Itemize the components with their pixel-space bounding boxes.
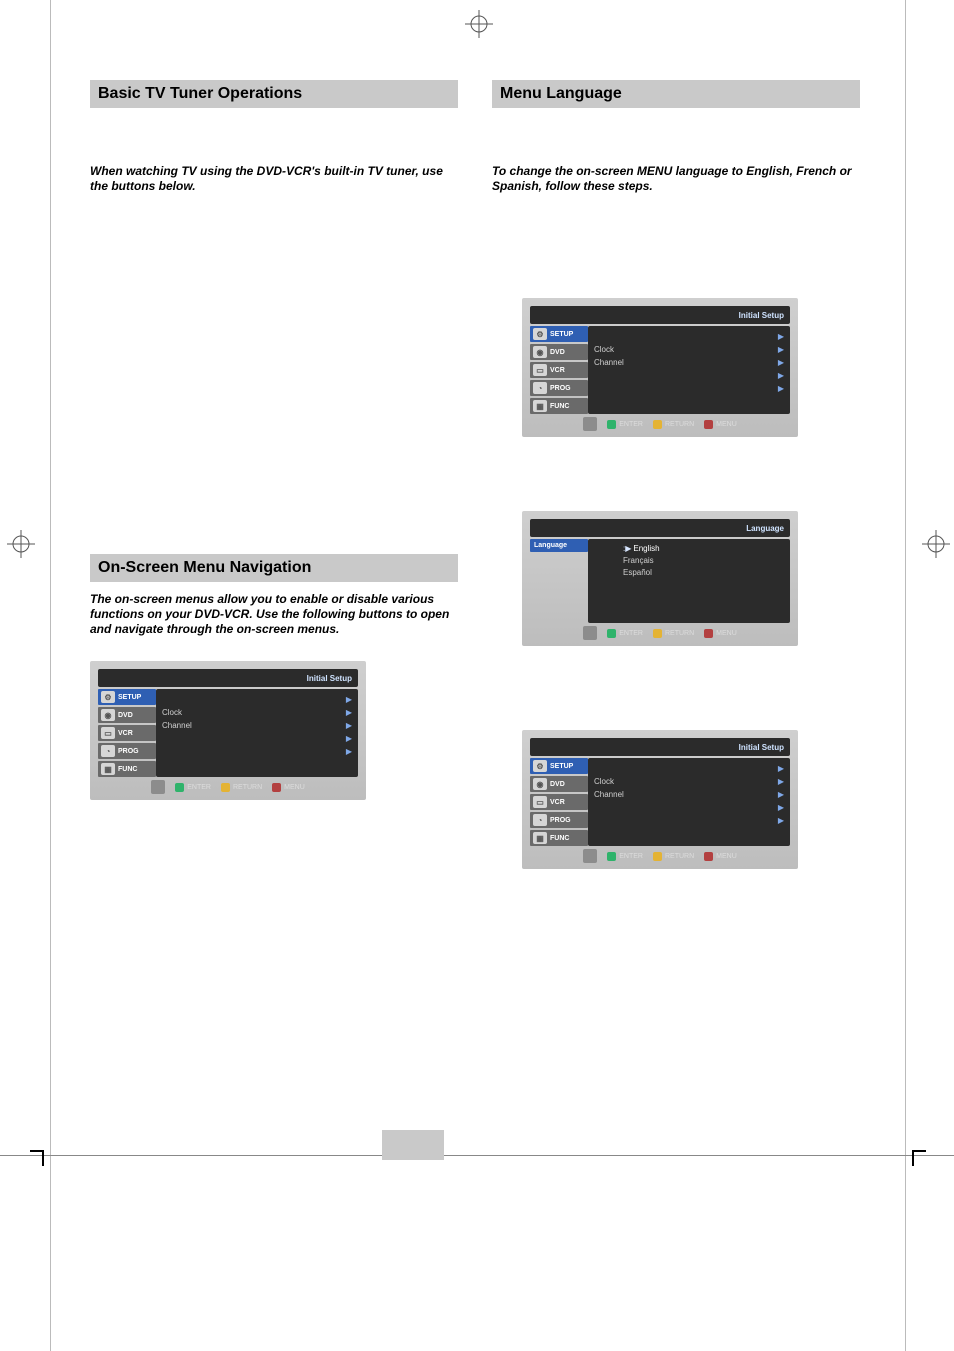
section-title-basic-tv: Basic TV Tuner Operations bbox=[90, 80, 458, 108]
chevron-right-icon: ▶ bbox=[778, 790, 784, 799]
disc-icon: ◉ bbox=[101, 709, 115, 721]
language-option-espanol[interactable]: Español bbox=[620, 567, 655, 578]
language-tab-label[interactable]: Language bbox=[530, 539, 588, 552]
osd-tab-vcr[interactable]: ▭VCR bbox=[530, 362, 588, 378]
osmn-intro: The on-screen menus allow you to enable … bbox=[90, 592, 458, 637]
osd-tab-func[interactable]: ▦FUNC bbox=[530, 830, 588, 846]
page-tab bbox=[382, 1130, 444, 1160]
osd-tab-func[interactable]: ▦FUNC bbox=[98, 761, 156, 777]
gear-icon bbox=[583, 417, 597, 431]
osd-title: Initial Setup bbox=[307, 674, 352, 683]
osd-title: Initial Setup bbox=[739, 743, 784, 752]
osd-footer-return: RETURN bbox=[221, 780, 262, 794]
osd-footer: ENTER RETURN MENU bbox=[98, 777, 358, 796]
osd-initial-setup-right-1: Initial Setup ⚙SETUP ◉DVD ▭VCR ◔PROG ▦FU… bbox=[522, 298, 798, 437]
osd-tabs: ⚙SETUP ◉DVD ▭VCR ◔PROG ▦FUNC bbox=[98, 689, 156, 777]
osd-footer-enter: ENTER bbox=[607, 849, 643, 863]
registration-mark-top bbox=[465, 10, 493, 38]
chevron-right-icon: ▶ bbox=[778, 384, 784, 393]
language-option-english[interactable]: :▶English bbox=[620, 543, 663, 554]
grid-icon: ▦ bbox=[533, 832, 547, 844]
grid-icon: ▦ bbox=[101, 763, 115, 775]
language-option-francais[interactable]: Français bbox=[620, 555, 657, 566]
disc-icon: ◉ bbox=[533, 346, 547, 358]
osd-initial-setup-left: Initial Setup ⚙SETUP ◉DVD ▭VCR ◔PROG ▦FU… bbox=[90, 661, 366, 800]
clock-icon: ◔ bbox=[533, 814, 547, 826]
basic-tv-intro: When watching TV using the DVD-VCR's bui… bbox=[90, 164, 458, 194]
osd-tab-prog[interactable]: ◔PROG bbox=[530, 380, 588, 396]
osd-tab-vcr[interactable]: ▭VCR bbox=[530, 794, 588, 810]
clock-icon: ◔ bbox=[101, 745, 115, 757]
gear-icon: ⚙ bbox=[533, 760, 547, 772]
registration-mark-right bbox=[922, 530, 950, 558]
gear-icon bbox=[583, 626, 597, 640]
chevron-right-icon: ▶ bbox=[346, 734, 352, 743]
osd-footer-enter: ENTER bbox=[607, 417, 643, 431]
osd-footer-enter: ENTER bbox=[175, 780, 211, 794]
section-title-text: On-Screen Menu Navigation bbox=[98, 559, 311, 577]
osd-main: ▶ Clock ▶ Channel ▶ ▶ ▶ bbox=[156, 689, 358, 777]
section-title-text: Menu Language bbox=[500, 85, 622, 103]
tape-icon: ▭ bbox=[101, 727, 115, 739]
gear-icon bbox=[583, 849, 597, 863]
osd-row-label[interactable]: Channel bbox=[594, 358, 624, 367]
osd-initial-setup-right-2: Initial Setup ⚙SETUP ◉DVD ▭VCR ◔PROG ▦FU… bbox=[522, 730, 798, 869]
osd-tab-dvd[interactable]: ◉DVD bbox=[530, 344, 588, 360]
osd-tab-vcr[interactable]: ▭VCR bbox=[98, 725, 156, 741]
osd-row-label[interactable]: Clock bbox=[594, 777, 614, 786]
clock-icon: ◔ bbox=[533, 382, 547, 394]
section-title-osmn: On-Screen Menu Navigation bbox=[90, 554, 458, 582]
chevron-right-icon: ▶ bbox=[778, 777, 784, 786]
chevron-right-icon: ▶ bbox=[778, 332, 784, 341]
gear-icon: ⚙ bbox=[101, 691, 115, 703]
osd-row-label[interactable]: Channel bbox=[162, 721, 192, 730]
chevron-right-icon: ▶ bbox=[346, 747, 352, 756]
osd-footer-enter: ENTER bbox=[607, 626, 643, 640]
chevron-right-icon: ▶ bbox=[346, 708, 352, 717]
gear-icon: ⚙ bbox=[533, 328, 547, 340]
chevron-right-icon: ▶ bbox=[778, 816, 784, 825]
cursor-icon: :▶ bbox=[623, 544, 631, 553]
tape-icon: ▭ bbox=[533, 796, 547, 808]
osd-tab-prog[interactable]: ◔PROG bbox=[530, 812, 588, 828]
osd-footer-menu: MENU bbox=[704, 417, 737, 431]
section-title-text: Basic TV Tuner Operations bbox=[98, 85, 302, 103]
osd-title: Language bbox=[746, 524, 784, 533]
osd-footer-menu: MENU bbox=[704, 849, 737, 863]
osd-tab-setup[interactable]: ⚙SETUP bbox=[98, 689, 156, 705]
chevron-right-icon: ▶ bbox=[346, 721, 352, 730]
osd-row-label[interactable]: Clock bbox=[594, 345, 614, 354]
osd-footer-return: RETURN bbox=[653, 417, 694, 431]
osd-title: Initial Setup bbox=[739, 311, 784, 320]
osd-tab-setup[interactable]: ⚙SETUP bbox=[530, 758, 588, 774]
registration-mark-left bbox=[7, 530, 35, 558]
osd-row-label[interactable]: Channel bbox=[594, 790, 624, 799]
chevron-right-icon: ▶ bbox=[778, 358, 784, 367]
menu-language-intro: To change the on-screen MENU language to… bbox=[492, 164, 860, 194]
osd-tab-dvd[interactable]: ◉DVD bbox=[530, 776, 588, 792]
osd-footer-return: RETURN bbox=[653, 626, 694, 640]
osd-tab-dvd[interactable]: ◉DVD bbox=[98, 707, 156, 723]
gear-icon bbox=[151, 780, 165, 794]
osd-language: Language Language :▶English Français Esp… bbox=[522, 511, 798, 646]
chevron-right-icon: ▶ bbox=[778, 371, 784, 380]
chevron-right-icon: ▶ bbox=[346, 695, 352, 704]
chevron-right-icon: ▶ bbox=[778, 803, 784, 812]
osd-row-label[interactable]: Clock bbox=[162, 708, 182, 717]
osd-footer-return: RETURN bbox=[653, 849, 694, 863]
disc-icon: ◉ bbox=[533, 778, 547, 790]
osd-footer-menu: MENU bbox=[272, 780, 305, 794]
grid-icon: ▦ bbox=[533, 400, 547, 412]
section-title-menu-language: Menu Language bbox=[492, 80, 860, 108]
osd-footer-menu: MENU bbox=[704, 626, 737, 640]
tape-icon: ▭ bbox=[533, 364, 547, 376]
chevron-right-icon: ▶ bbox=[778, 345, 784, 354]
chevron-right-icon: ▶ bbox=[778, 764, 784, 773]
osd-tab-prog[interactable]: ◔PROG bbox=[98, 743, 156, 759]
osd-tab-func[interactable]: ▦FUNC bbox=[530, 398, 588, 414]
osd-tab-setup[interactable]: ⚙SETUP bbox=[530, 326, 588, 342]
